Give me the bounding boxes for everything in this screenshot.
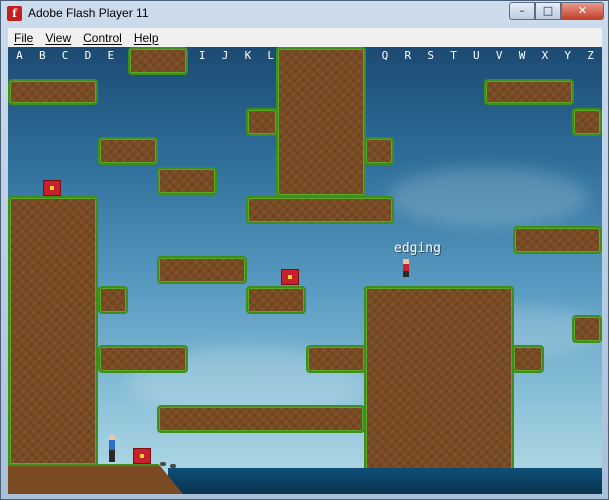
menu-control[interactable]: Control [77, 31, 128, 45]
menu-view[interactable]: View [39, 31, 77, 45]
menu-bar: File View Control Help [8, 28, 602, 47]
column-letter: C [61, 49, 69, 62]
window-title: Adobe Flash Player 11 [28, 6, 149, 20]
platform [157, 405, 365, 433]
platform [8, 79, 98, 105]
column-letter: R [404, 49, 412, 62]
title-bar[interactable]: f Adobe Flash Player 11 – □ ✕ [1, 1, 608, 27]
platform-pillar [364, 286, 514, 494]
platform [512, 345, 544, 373]
platform [484, 79, 574, 105]
window-controls: – □ ✕ [509, 2, 604, 21]
water [168, 468, 602, 494]
column-letter: E [107, 49, 115, 62]
flash-app-icon: f [7, 6, 22, 21]
platform [246, 108, 278, 136]
red-crate[interactable] [281, 269, 299, 285]
platform [572, 108, 602, 136]
platform [128, 47, 188, 75]
platform-pillar [276, 47, 366, 197]
column-letter: T [450, 49, 457, 62]
platform [157, 256, 247, 284]
maximize-button[interactable]: □ [535, 2, 561, 20]
rock [160, 462, 166, 466]
column-letter: I [198, 49, 206, 62]
platform [246, 196, 394, 224]
red-crate[interactable] [43, 180, 61, 196]
player-name-tag: edging [394, 241, 441, 256]
column-letter: Z [587, 49, 594, 62]
column-letter: U [473, 49, 480, 62]
platform [306, 345, 366, 373]
platform [157, 167, 217, 195]
column-letter: Q [381, 49, 389, 62]
menu-file[interactable]: File [8, 31, 39, 45]
flash-player-window: f Adobe Flash Player 11 – □ ✕ File View … [0, 0, 609, 500]
game-stage[interactable]: ABCDEFGHIJKLMNOPQRSTUVWXYZ edgin [8, 47, 602, 494]
column-letter: A [16, 49, 23, 62]
platform [364, 137, 394, 165]
platform [98, 286, 128, 314]
column-letter: W [518, 49, 526, 62]
column-letter: Y [564, 49, 572, 62]
column-letter: J [221, 49, 229, 62]
column-letter: B [38, 49, 46, 62]
cloud [388, 167, 588, 227]
rock [170, 464, 176, 468]
column-letter: X [541, 49, 549, 62]
minimize-button[interactable]: – [509, 2, 535, 20]
local-player-character [109, 435, 115, 465]
ground-shore [8, 464, 183, 494]
close-button[interactable]: ✕ [561, 2, 604, 20]
column-letter: D [84, 49, 92, 62]
platform [513, 226, 602, 254]
red-crate[interactable] [133, 448, 151, 464]
other-player-character [403, 259, 409, 277]
menu-help[interactable]: Help [128, 31, 165, 45]
platform [98, 345, 188, 373]
platform [98, 137, 158, 165]
platform [572, 315, 602, 343]
platform [246, 286, 306, 314]
column-letter: K [244, 49, 252, 62]
column-letter: S [427, 49, 434, 62]
platform-pillar [8, 196, 98, 466]
column-letter: V [495, 49, 503, 62]
